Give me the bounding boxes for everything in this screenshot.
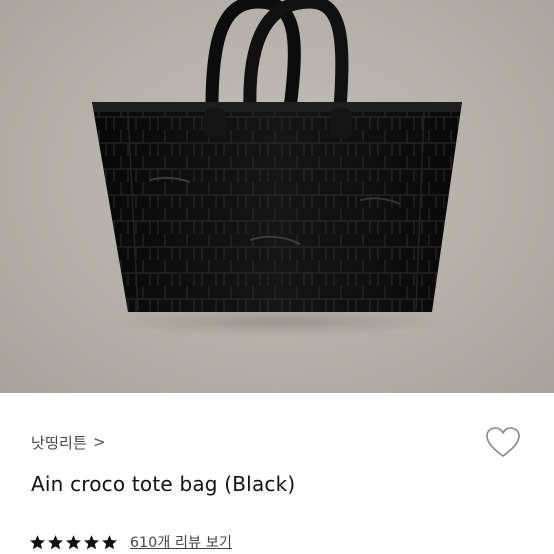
product-image[interactable]: [0, 0, 554, 393]
star-icon: [48, 534, 63, 549]
brand-link[interactable]: 낫띵리튼 >: [31, 428, 106, 456]
product-title: Ain croco tote bag (Black): [31, 472, 296, 496]
view-reviews-link[interactable]: 610개 리뷰 보기: [130, 532, 232, 552]
star-icon: [66, 534, 81, 549]
heart-outline-icon: [486, 427, 520, 457]
star-icon: [102, 534, 117, 549]
tote-bag-illustration: [92, 0, 462, 336]
star-icon: [30, 534, 45, 549]
chevron-right-icon: >: [93, 433, 106, 451]
rating-stars: [29, 534, 118, 551]
rating-row: 610개 리뷰 보기: [29, 530, 232, 554]
star-icon: [84, 534, 99, 549]
wishlist-heart-button[interactable]: [484, 424, 522, 462]
brand-name: 낫띵리튼: [31, 433, 88, 452]
